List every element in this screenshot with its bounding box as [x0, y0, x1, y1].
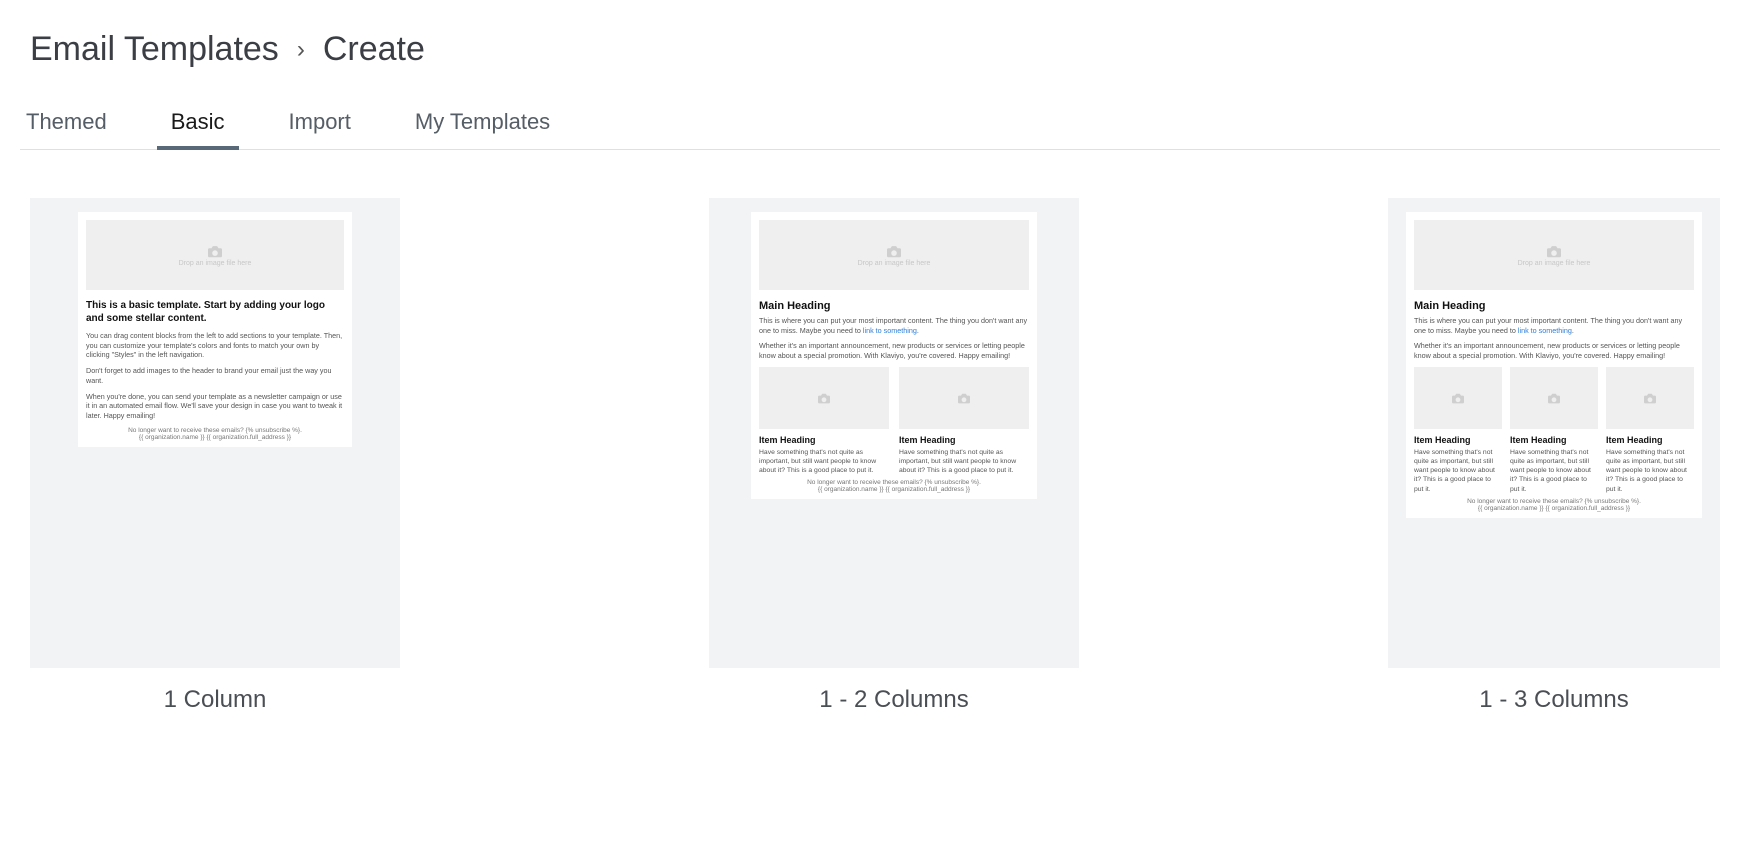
image-placeholder-label: Drop an image file here [858, 260, 931, 267]
image-placeholder [1606, 367, 1694, 429]
template-card-1-2-columns[interactable]: Drop an image file here Main Heading Thi… [709, 198, 1079, 714]
breadcrumb: Email Templates › Create [30, 30, 1720, 69]
preview-link: link to something [863, 326, 917, 335]
template-preview: Drop an image file here Main Heading Thi… [1406, 212, 1702, 518]
item-body: Have something that's not quite as impor… [899, 448, 1029, 476]
preview-heading: Main Heading [759, 300, 1029, 312]
template-label: 1 - 2 Columns [709, 686, 1079, 714]
preview-link: link to something [1518, 326, 1572, 335]
item-body: Have something that's not quite as impor… [759, 448, 889, 476]
preview-paragraph: Don't forget to add images to the header… [86, 366, 344, 385]
image-placeholder [1414, 367, 1502, 429]
camera-icon [206, 244, 224, 258]
preview-title: This is a basic template. Start by addin… [86, 300, 344, 325]
footer-unsub: No longer want to receive these emails? … [759, 479, 1029, 486]
camera-icon [1546, 392, 1562, 404]
tab-my-templates[interactable]: My Templates [409, 109, 556, 149]
item-heading: Item Heading [759, 435, 889, 445]
item-body: Have something that's not quite as impor… [1414, 448, 1502, 494]
template-thumb: Drop an image file here Main Heading Thi… [709, 198, 1079, 668]
image-placeholder-label: Drop an image file here [1518, 260, 1591, 267]
preview-item: Item Heading Have something that's not q… [1414, 367, 1502, 494]
camera-icon [956, 392, 972, 404]
preview-row: Item Heading Have something that's not q… [759, 367, 1029, 476]
preview-heading: Main Heading [1414, 300, 1694, 312]
footer-unsub: No longer want to receive these emails? … [86, 427, 344, 434]
template-thumb: Drop an image file here Main Heading Thi… [1388, 198, 1720, 668]
template-label: 1 Column [30, 686, 400, 714]
camera-icon [816, 392, 832, 404]
preview-paragraph: This is where you can put your most impo… [1414, 316, 1694, 335]
item-heading: Item Heading [1414, 435, 1502, 445]
template-card-1-column[interactable]: Drop an image file here This is a basic … [30, 198, 400, 714]
footer-unsub: No longer want to receive these emails? … [1414, 498, 1694, 505]
image-placeholder-label: Drop an image file here [179, 260, 252, 267]
image-placeholder [899, 367, 1029, 429]
preview-item: Item Heading Have something that's not q… [899, 367, 1029, 476]
template-thumb: Drop an image file here This is a basic … [30, 198, 400, 668]
camera-icon [1545, 244, 1563, 258]
preview-paragraph: Whether it's an important announcement, … [1414, 341, 1694, 360]
image-placeholder [1510, 367, 1598, 429]
footer-org: {{ organization.name }} {{ organization.… [86, 434, 344, 441]
preview-item: Item Heading Have something that's not q… [1606, 367, 1694, 494]
image-placeholder: Drop an image file here [86, 220, 344, 290]
footer-org: {{ organization.name }} {{ organization.… [759, 486, 1029, 493]
template-label: 1 - 3 Columns [1388, 686, 1720, 714]
preview-item: Item Heading Have something that's not q… [759, 367, 889, 476]
image-placeholder: Drop an image file here [1414, 220, 1694, 290]
template-preview: Drop an image file here Main Heading Thi… [751, 212, 1037, 499]
item-heading: Item Heading [1606, 435, 1694, 445]
breadcrumb-root[interactable]: Email Templates [30, 30, 279, 69]
item-heading: Item Heading [899, 435, 1029, 445]
tab-themed[interactable]: Themed [20, 109, 113, 149]
preview-paragraph: When you're done, you can send your temp… [86, 392, 344, 421]
preview-item: Item Heading Have something that's not q… [1510, 367, 1598, 494]
footer-org: {{ organization.name }} {{ organization.… [1414, 505, 1694, 512]
tab-basic[interactable]: Basic [165, 109, 231, 149]
tab-import[interactable]: Import [283, 109, 357, 149]
preview-footer: No longer want to receive these emails? … [86, 427, 344, 441]
item-heading: Item Heading [1510, 435, 1598, 445]
preview-paragraph: This is where you can put your most impo… [759, 316, 1029, 335]
camera-icon [1642, 392, 1658, 404]
item-body: Have something that's not quite as impor… [1510, 448, 1598, 494]
template-card-1-3-columns[interactable]: Drop an image file here Main Heading Thi… [1388, 198, 1720, 714]
breadcrumb-current: Create [323, 30, 425, 69]
camera-icon [885, 244, 903, 258]
tabs: Themed Basic Import My Templates [20, 109, 1720, 150]
image-placeholder [759, 367, 889, 429]
chevron-right-icon: › [297, 36, 305, 64]
preview-paragraph: You can drag content blocks from the lef… [86, 331, 344, 360]
preview-row: Item Heading Have something that's not q… [1414, 367, 1694, 494]
image-placeholder: Drop an image file here [759, 220, 1029, 290]
preview-footer: No longer want to receive these emails? … [1414, 498, 1694, 512]
preview-paragraph: Whether it's an important announcement, … [759, 341, 1029, 360]
item-body: Have something that's not quite as impor… [1606, 448, 1694, 494]
preview-footer: No longer want to receive these emails? … [759, 479, 1029, 493]
template-preview: Drop an image file here This is a basic … [78, 212, 352, 447]
camera-icon [1450, 392, 1466, 404]
template-gallery: Drop an image file here This is a basic … [30, 150, 1720, 714]
